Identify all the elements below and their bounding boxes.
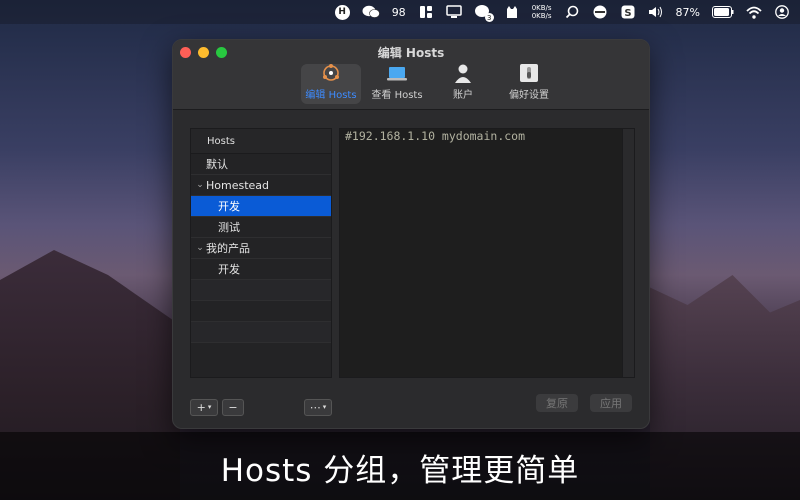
network-speed: 0KB/s 0KB/s: [532, 4, 552, 20]
net-down: 0KB/s: [531, 12, 552, 20]
list-item-dev-2[interactable]: 开发: [191, 259, 331, 280]
minus-circle-icon[interactable]: [592, 4, 608, 20]
remove-label: −: [228, 400, 238, 414]
editor-content[interactable]: #192.168.1.10 mydomain.com: [340, 129, 634, 143]
list-item-label: 开发: [218, 200, 240, 213]
tab-account[interactable]: 账户: [433, 64, 493, 104]
add-group-button[interactable]: + ▾: [190, 398, 218, 416]
hosts-editor[interactable]: #192.168.1.10 mydomain.com: [339, 128, 635, 378]
list-item-default[interactable]: 默认: [191, 154, 331, 175]
list-item-empty: [191, 301, 331, 322]
tab-preferences[interactable]: 偏好设置: [499, 64, 559, 104]
wifi-icon[interactable]: [746, 4, 762, 20]
more-label: ⋯: [309, 400, 321, 414]
tab-edit-hosts[interactable]: 编辑 Hosts: [301, 64, 361, 104]
search-icon[interactable]: [564, 4, 580, 20]
list-footer: + ▾ − ⋯ ▾: [190, 397, 332, 417]
battery-icon[interactable]: [712, 4, 734, 20]
switch-icon: [518, 63, 540, 83]
apply-button[interactable]: 应用: [590, 394, 632, 412]
user-icon: [452, 63, 474, 83]
chat-badge-icon[interactable]: 3: [474, 4, 494, 22]
tab-view-hosts-label: 查看 Hosts: [371, 90, 423, 101]
hosts-window: 编辑 Hosts 编辑 Hosts 查看 Hosts 账户 偏好设置 Hosts…: [172, 39, 650, 429]
list-item-dev[interactable]: 开发: [191, 196, 331, 217]
chevron-down-icon[interactable]: ⌄: [194, 243, 206, 253]
add-label: +: [196, 400, 206, 414]
list-item-label: 开发: [218, 263, 240, 276]
screen-icon[interactable]: [445, 4, 462, 20]
svg-text:S: S: [624, 8, 631, 19]
list-header: Hosts: [191, 129, 331, 154]
wechat-icon[interactable]: [362, 4, 380, 20]
list-item-test[interactable]: 测试: [191, 217, 331, 238]
chevron-down-icon: ▾: [207, 403, 212, 411]
list-item-label: 我的产品: [206, 242, 250, 255]
restore-button[interactable]: 复原: [536, 394, 578, 412]
edit-hosts-icon: [320, 63, 342, 83]
volume-icon[interactable]: [648, 4, 664, 20]
window-title: 编辑 Hosts: [377, 46, 445, 60]
list-item-empty: [191, 322, 331, 343]
list-group-homestead[interactable]: ⌄ Homestead: [191, 175, 331, 196]
s-app-icon[interactable]: S: [620, 4, 636, 20]
tab-view-hosts[interactable]: 查看 Hosts: [367, 64, 427, 104]
net-up: 0KB/s: [531, 4, 552, 12]
titlebar: 编辑 Hosts 编辑 Hosts 查看 Hosts 账户 偏好设置: [173, 40, 649, 110]
tab-edit-hosts-label: 编辑 Hosts: [305, 90, 357, 101]
hosts-group-list: Hosts 默认 ⌄ Homestead 开发 测试 ⌄ 我的产品 开发: [190, 128, 332, 378]
editor-scrollbar[interactable]: [622, 129, 634, 377]
layout-icon[interactable]: [418, 4, 434, 20]
wechat-count: 98: [391, 5, 406, 19]
laptop-icon: [386, 64, 408, 83]
toolbar: 编辑 Hosts 查看 Hosts 账户 偏好设置: [301, 64, 559, 104]
list-item-label: 测试: [218, 221, 240, 234]
chevron-down-icon[interactable]: ⌄: [194, 180, 206, 190]
list-group-my-products[interactable]: ⌄ 我的产品: [191, 238, 331, 259]
remove-group-button[interactable]: −: [222, 398, 244, 416]
list-item-label: 默认: [206, 158, 228, 171]
more-options-button[interactable]: ⋯ ▾: [304, 398, 332, 416]
user-account-icon[interactable]: [774, 4, 790, 20]
chat-badge-count: 3: [484, 13, 494, 22]
promo-caption: Hosts 分组，管理更简单: [220, 453, 580, 489]
tab-preferences-label: 偏好设置: [509, 90, 549, 101]
list-item-label: Homestead: [206, 178, 270, 192]
battery-percent: 87%: [675, 5, 700, 19]
action-buttons: 复原 应用: [536, 394, 632, 412]
list-item-empty: [191, 280, 331, 301]
chevron-down-icon: ▾: [322, 403, 327, 411]
h-app-icon[interactable]: H: [334, 4, 350, 20]
cat-icon[interactable]: [504, 4, 520, 20]
menu-bar: H 98 3 0KB/s 0KB/s S 87%: [0, 0, 800, 24]
tab-account-label: 账户: [453, 90, 473, 101]
